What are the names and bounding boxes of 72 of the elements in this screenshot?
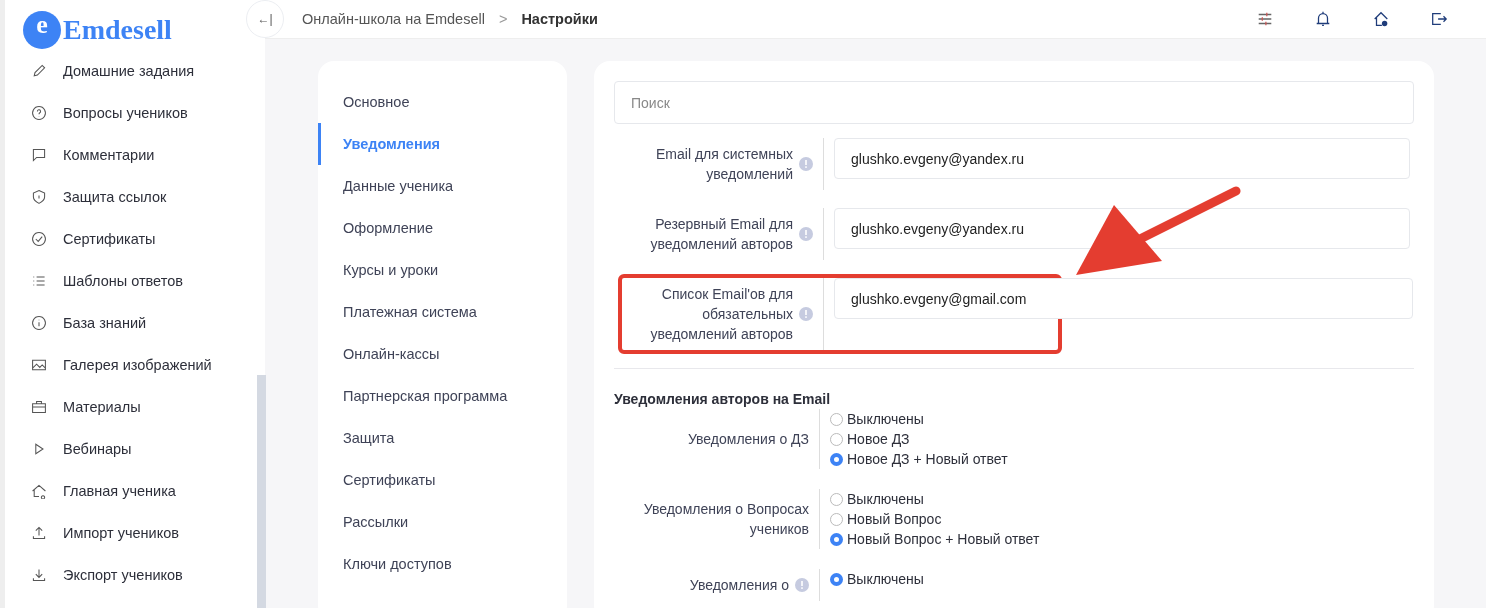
sidebar-item[interactable]: Комментарии [5,134,235,176]
settings-nav-item[interactable]: Онлайн-кассы [318,333,567,375]
sidebar-item[interactable]: Экспорт учеников [5,554,235,596]
sidebar-item[interactable]: Материалы [5,386,235,428]
breadcrumb-item: Настройки [521,11,598,27]
field-label: Список Email'ов для обязательных уведомлений авторов [649,285,793,344]
sidebar-item[interactable]: Домашние задания [5,50,235,92]
email-input[interactable]: glushko.evgeny@yandex.ru [834,208,1410,249]
radio-option[interactable]: Выключены [830,569,1414,589]
settings-nav-item[interactable]: Уведомления [318,123,567,165]
sidebar-item[interactable]: Сертификаты [5,218,235,260]
settings-nav-item[interactable]: Курсы и уроки [318,249,567,291]
info-icon[interactable] [799,157,813,171]
sidebar-item[interactable]: Защита ссылок [5,176,235,218]
menu-item-icon [31,483,47,499]
settings-nav-item[interactable]: Данные ученика [318,165,567,207]
radio-button[interactable] [830,532,843,546]
email-input[interactable]: glushko.evgeny@gmail.com [834,278,1413,319]
settings-nav-item[interactable]: Оформление [318,207,567,249]
notification-bell-icon[interactable] [1314,10,1332,28]
radio-option[interactable]: Новое ДЗ + Новый ответ [830,449,1414,469]
logo-text: Emdesell [63,14,172,46]
section-title: Уведомления авторов на Email [614,391,832,407]
menu-item-icon [31,105,47,121]
menu-item-icon [31,567,47,583]
menu-item-icon [31,147,47,163]
sidebar-item[interactable]: Вопросы учеников [5,92,235,134]
radio-option[interactable]: Выключены [830,489,1414,509]
menu-item-icon [31,525,47,541]
settings-nav-item[interactable]: Рассылки [318,501,567,543]
field-label: Уведомления о [689,576,789,595]
settings-nav-item[interactable]: Платежная система [318,291,567,333]
sidebar-item[interactable]: Вебинары [5,428,235,470]
radio-option[interactable]: Новый Вопрос + Новый ответ [830,529,1414,549]
home-icon[interactable] [1372,10,1390,28]
radio-option[interactable]: Новое ДЗ [830,429,1414,449]
field-label: Email для системных уведомлений [655,145,793,184]
settings-nav-item[interactable]: Сертификаты [318,459,567,501]
field-label: Резервный Email для уведомлений авторов [649,215,793,254]
menu-item-icon [31,399,47,415]
settings-nav-item[interactable]: Партнерская программа [318,375,567,417]
field-label: Уведомления о Вопросах учеников [642,500,809,539]
sidebar-item[interactable]: База знаний [5,302,235,344]
radio-button[interactable] [830,572,843,586]
scrollbar[interactable] [257,375,266,608]
search-field[interactable]: Поиск [614,81,1414,124]
sidebar-item[interactable]: Импорт учеников [5,512,235,554]
settings-nav-item[interactable]: Защита [318,417,567,459]
sidebar-item[interactable]: Шаблоны ответов [5,260,235,302]
menu-item-icon [31,189,47,205]
field-label: Уведомления о ДЗ [687,430,809,449]
info-icon[interactable] [799,227,813,241]
menu-item-icon [31,231,47,247]
settings-nav-item[interactable]: Основное [318,81,567,123]
info-icon[interactable] [799,307,813,321]
breadcrumb-item[interactable]: Онлайн-школа на Emdesell [302,11,485,27]
radio-option[interactable]: Новый Вопрос [830,509,1414,529]
logout-icon[interactable] [1430,10,1448,28]
settings-sliders-icon[interactable] [1256,10,1274,28]
menu-item-icon [31,315,47,331]
menu-item-icon [31,273,47,289]
radio-option[interactable]: Выключены [830,409,1414,429]
menu-item-icon [31,63,47,79]
info-icon[interactable] [795,578,809,592]
email-input[interactable]: glushko.evgeny@yandex.ru [834,138,1410,179]
sidebar-item[interactable]: Главная ученика [5,470,235,512]
settings-nav-item[interactable]: Ключи доступов [318,543,567,585]
sidebar-item[interactable]: Галерея изображений [5,344,235,386]
radio-button[interactable] [830,452,843,466]
menu-item-icon [31,357,47,373]
breadcrumb-separator: > [498,11,508,27]
logo-icon: e [23,11,61,49]
